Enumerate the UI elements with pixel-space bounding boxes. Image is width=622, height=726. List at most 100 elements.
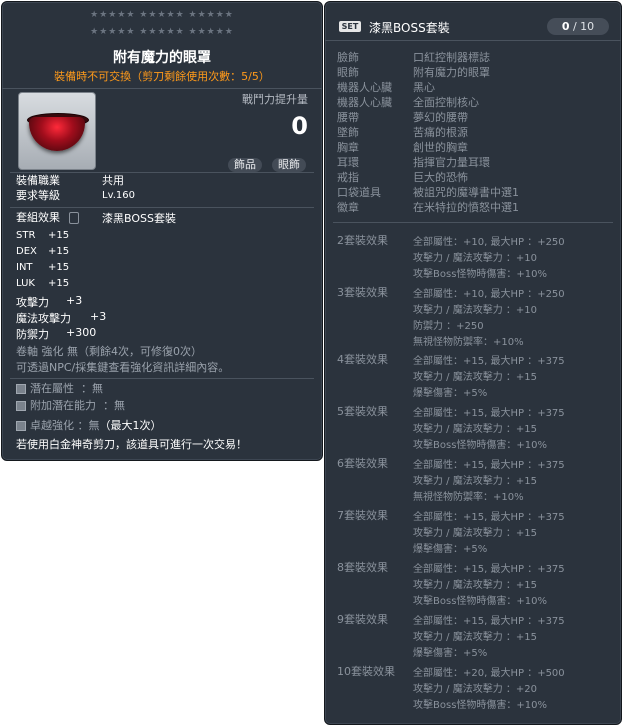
stat-value: +3 [66,294,83,307]
set-effect-line: 攻擊力 / 魔法攻擊力 ：+15 [413,476,538,487]
set-effect-line: 爆擊傷害：+5% [413,388,488,399]
stat-name: DEX [16,246,37,257]
set-effect-line: 攻擊Boss怪物時傷害：+10% [413,269,548,280]
set-effect-line: 攻擊力 / 魔法攻擊力 ：+10 [413,253,538,264]
platinum-scissors-note: 若使用白金神奇剪刀，該道具可進行一次交易！ [16,438,247,451]
trade-restriction: 裝備時不可交換（剪刀剩餘使用次數：5/5） [54,70,270,83]
set-effect-title: 6套裝效果 [337,457,388,470]
set-effect-title: 10套裝效果 [337,665,395,678]
set-effect-line: 攻擊力 / 魔法攻擊力 ：+15 [413,372,538,383]
eye-patch-body-icon [29,117,85,151]
stat-row: 魔法攻擊力 +3 [16,310,106,326]
exceptional-icon [16,421,26,431]
stat-name: 魔法攻擊力 [16,312,71,325]
divider [2,88,322,89]
set-count-total: 10 [580,20,595,33]
divider [10,172,314,173]
set-count-separator: / [569,20,581,33]
set-effect-line: 攻擊力 / 魔法攻擊力 ：+15 [413,528,538,539]
job-value: 共用 [102,174,124,187]
stat-value: +15 [48,246,70,257]
stat-value: +15 [48,278,70,289]
set-part-slot: 機器人心臟 [337,96,392,109]
set-effect-line: 全部屬性：+15, 最大HP ：+375 [413,616,565,627]
set-effect-line: 全部屬性：+15, 最大HP ：+375 [413,512,565,523]
level-value: Lv.160 [102,190,135,201]
potential-icon [16,384,26,394]
set-effect-title: 4套裝效果 [337,353,388,366]
stat-value: +15 [48,262,70,273]
stat-name: INT [16,262,33,273]
set-effect-title: 2套裝效果 [337,234,388,247]
set-effect-line: 攻擊Boss怪物時傷害：+10% [413,700,548,711]
set-part-slot: 口袋道具 [337,186,381,199]
npc-enhance-hint: 可透過NPC/採集鍵查看強化資訊詳細內容。 [16,361,230,374]
set-effect-line: 攻擊力 / 魔法攻擊力 ：+15 [413,580,538,591]
stat-name: 攻擊力 [16,296,49,309]
power-increase-label: 戰鬥力提升量 [242,93,308,106]
set-part-slot: 眼飾 [337,66,359,79]
set-effect-title: 7套裝效果 [337,509,388,522]
set-part-slot: 徽章 [337,201,359,214]
stat-value: +3 [90,310,107,323]
stat-row: DEX +15 [16,246,69,257]
bonus-potential-icon [16,401,26,411]
stat-row: 防禦力 +300 [16,326,96,342]
bonus-potential-label: 附加潛在能力 [30,399,96,412]
item-tooltip: ★★★★★ ★★★★★ ★★★★★ ★★★★★ ★★★★★ ★★★★★ 附有魔力… [1,1,323,461]
bonus-potential-value: ：無 [103,399,125,412]
set-effect-title: 3套裝效果 [337,286,388,299]
stat-name: 防禦力 [16,328,49,341]
set-part-name: 全面控制核心 [413,96,479,109]
star-force-row-1: ★★★★★ ★★★★★ ★★★★★ [90,10,234,20]
job-label: 裝備職業 [16,174,60,187]
set-part-slot: 墜飾 [337,126,359,139]
set-effect-line: 全部屬性：+10, 最大HP ：+250 [413,289,565,300]
set-effect-line: 攻擊力 / 魔法攻擊力 ：+10 [413,305,538,316]
stat-row: LUK +15 [16,278,69,289]
set-tooltip: SET 漆黑BOSS套裝 0 / 10 臉飾 口紅控制器標誌眼飾 附有魔力的眼罩機器… [324,1,622,725]
item-name: 附有魔力的眼罩 [113,50,211,66]
set-effect-line: 全部屬性：+15, 最大HP ：+375 [413,356,565,367]
set-effect-line: 全部屬性：+20, 最大HP ：+500 [413,668,565,679]
exceptional-row: 卓越強化 ：無（最大1次） [16,419,162,433]
tag-eye-slot: 眼飾 [272,158,306,172]
set-part-name: 苦痛的根源 [413,126,468,139]
set-effect-line: 無視怪物防禦率：+10% [413,492,524,503]
set-effect-line: 攻擊力 / 魔法攻擊力 ：+15 [413,424,538,435]
set-effect-line: 無視怪物防禦率：+10% [413,337,524,348]
set-name: 漆黑BOSS套裝 [369,21,450,35]
set-part-slot: 臉飾 [337,51,359,64]
set-part-slot: 機器人心臟 [337,81,392,94]
bonus-potential-row: 附加潛在能力 ：無 [16,399,125,413]
stat-value: +15 [48,230,70,241]
divider [10,378,314,379]
item-icon-frame [18,92,96,170]
potential-row: 潛在屬性 ：無 [16,382,103,396]
exceptional-label: 卓越強化 [30,419,74,432]
divider [10,207,314,208]
set-effect-title: 5套裝效果 [337,405,388,418]
star-force-row-2: ★★★★★ ★★★★★ ★★★★★ [90,27,234,37]
set-part-name: 附有魔力的眼罩 [413,66,490,79]
set-effect-line: 全部屬性：+10, 最大HP ：+250 [413,237,565,248]
set-part-name: 在米特拉的憤怒中選1 [413,201,519,214]
stat-row: 攻擊力 +3 [16,294,82,310]
tag-accessory: 飾品 [228,158,262,172]
stat-name: LUK [16,278,35,289]
divider [333,222,613,223]
set-effect-line: 攻擊力 / 魔法攻擊力 ：+15 [413,632,538,643]
set-effect-line: 全部屬性：+15, 最大HP ：+375 [413,408,565,419]
set-part-name: 創世的胸章 [413,141,468,154]
set-effect-label: 套組效果 [16,211,60,224]
set-part-slot: 胸章 [337,141,359,154]
stat-row: STR +15 [16,230,69,241]
set-part-name: 口紅控制器標誌 [413,51,490,64]
set-part-slot: 耳環 [337,156,359,169]
set-part-name: 夢幻的腰帶 [413,111,468,124]
set-count: 0 / 10 [547,18,609,35]
set-effect-line: 防禦力 ：+250 [413,321,484,332]
set-effect-line: 全部屬性：+15, 最大HP ：+375 [413,460,565,471]
set-badge: SET [339,21,361,32]
stat-row: INT +15 [16,262,69,273]
